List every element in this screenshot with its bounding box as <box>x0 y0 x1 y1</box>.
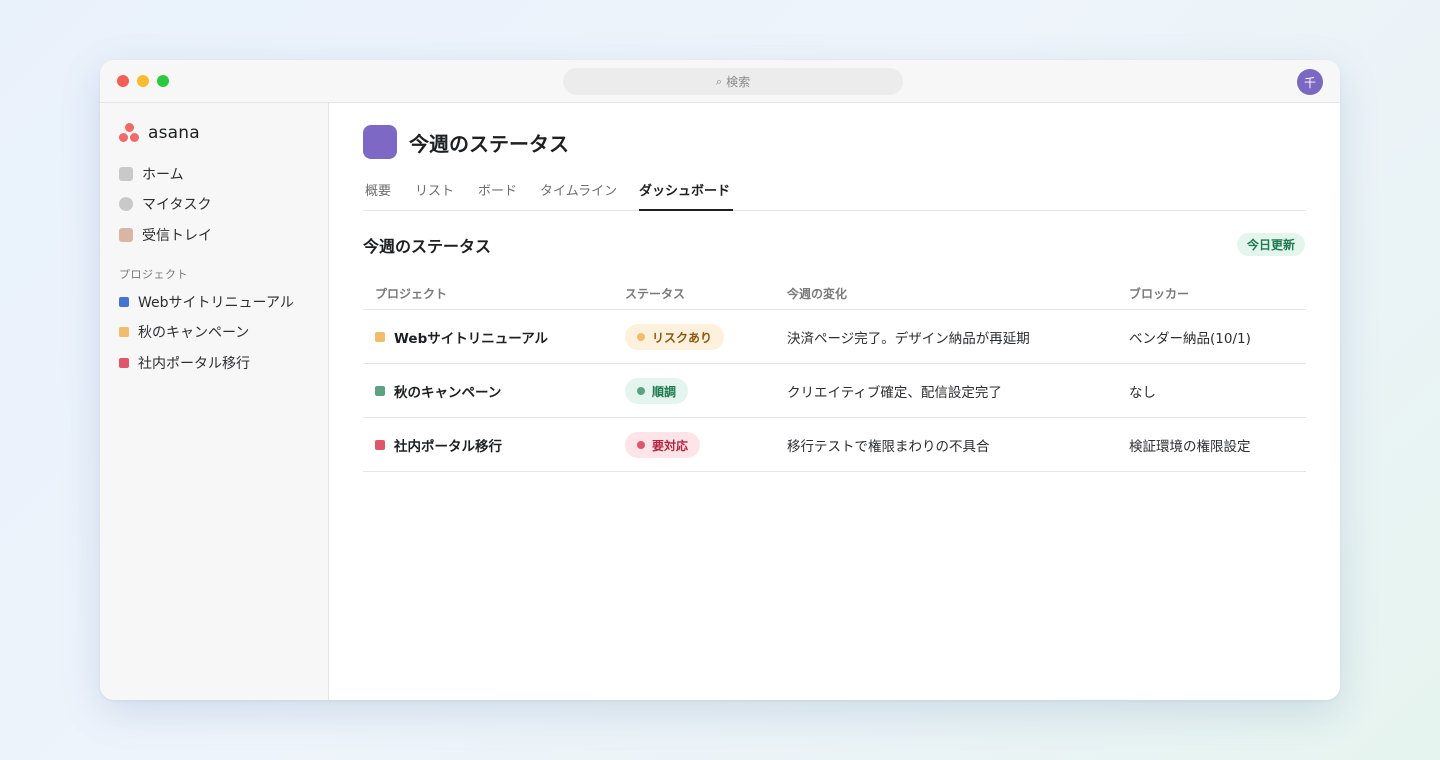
project-color-swatch <box>119 297 129 307</box>
sidebar-item-my-tasks[interactable]: マイタスク <box>119 194 211 214</box>
app-window: ⌕ 検索 千 asana ホーム マイタスク 受信トレイ プロジェクト Webサ… <box>100 60 1340 700</box>
blocker-cell: 検証環境の権限設定 <box>1129 439 1251 455</box>
status-dot-icon <box>637 333 645 341</box>
status-label: リスクあり <box>652 330 713 345</box>
asana-logo[interactable]: asana <box>119 123 200 143</box>
page-title: 今週のステータス <box>409 131 569 156</box>
tab-timeline[interactable]: タイムライン <box>540 180 617 211</box>
status-cell: 順調 <box>625 364 689 418</box>
project-color-swatch <box>119 327 129 337</box>
minimize-window-button[interactable] <box>137 75 149 87</box>
table-row[interactable]: Webサイトリニューアル リスクあり 決済ページ完了。デザイン納品が再延期 ベン… <box>363 310 1306 364</box>
logo-text: asana <box>148 123 200 143</box>
title-bar: ⌕ 検索 千 <box>100 60 1340 103</box>
table-row[interactable]: 社内ポータル移行 要対応 移行テストで権限まわりの不具合 検証環境の権限設定 <box>363 418 1306 472</box>
change-cell: 移行テストで権限まわりの不具合 <box>787 439 990 455</box>
status-badge[interactable]: リスクあり <box>625 324 725 350</box>
maximize-window-button[interactable] <box>157 75 169 87</box>
search-placeholder: 検索 <box>726 75 751 89</box>
sidebar-item-home[interactable]: ホーム <box>119 164 184 184</box>
sidebar-item-label: ホーム <box>142 167 184 183</box>
sidebar-project-web-renewal[interactable]: Webサイトリニューアル <box>119 292 294 312</box>
status-label: 要対応 <box>652 438 689 453</box>
main-content: 今週のステータス 概要 リスト ボード タイムライン ダッシュボード 今週のステ… <box>329 103 1340 700</box>
table-header-row: プロジェクト ステータス 今週の変化 ブロッカー <box>363 273 1306 310</box>
asana-logo-icon <box>119 123 139 143</box>
project-icon <box>363 125 397 159</box>
project-name: 秋のキャンペーン <box>394 385 502 401</box>
column-header-blocker[interactable]: ブロッカー <box>1129 285 1189 302</box>
project-name: Webサイトリニューアル <box>394 331 549 347</box>
column-header-project[interactable]: プロジェクト <box>375 285 447 302</box>
search-icon: ⌕ <box>715 74 723 88</box>
sidebar-project-label: 社内ポータル移行 <box>138 356 250 372</box>
sidebar-item-inbox[interactable]: 受信トレイ <box>119 225 212 245</box>
tab-list[interactable]: リスト <box>415 180 454 211</box>
column-header-status[interactable]: ステータス <box>625 285 685 302</box>
avatar[interactable]: 千 <box>1297 69 1323 95</box>
sidebar-item-label: マイタスク <box>142 197 212 213</box>
sidebar-project-portal-migration[interactable]: 社内ポータル移行 <box>119 353 250 373</box>
search-input[interactable]: ⌕ 検索 <box>563 68 903 95</box>
change-cell: 決済ページ完了。デザイン納品が再延期 <box>787 331 1030 347</box>
project-cell[interactable]: 秋のキャンペーン <box>375 364 501 418</box>
sidebar: asana ホーム マイタスク 受信トレイ プロジェクト Webサイトリニューア… <box>100 103 329 700</box>
status-badge[interactable]: 順調 <box>625 378 689 404</box>
project-color-swatch <box>375 332 385 342</box>
project-cell[interactable]: 社内ポータル移行 <box>375 418 502 472</box>
projects-section-label: プロジェクト <box>119 268 188 281</box>
column-header-change[interactable]: 今週の変化 <box>787 285 847 302</box>
card-title: 今週のステータス <box>363 237 492 256</box>
table-row[interactable]: 秋のキャンペーン 順調 クリエイティブ確定、配信設定完了 なし <box>363 364 1306 418</box>
project-color-swatch <box>375 386 385 396</box>
sidebar-project-autumn-campaign[interactable]: 秋のキャンペーン <box>119 322 249 342</box>
close-window-button[interactable] <box>117 75 129 87</box>
project-color-swatch <box>119 358 129 368</box>
sidebar-project-label: 秋のキャンペーン <box>138 325 250 341</box>
sidebar-project-label: Webサイトリニューアル <box>138 295 294 311</box>
project-header: 今週のステータス <box>363 125 569 159</box>
tasks-icon <box>119 197 133 211</box>
blocker-cell: ベンダー納品(10/1) <box>1129 331 1251 347</box>
change-cell: クリエイティブ確定、配信設定完了 <box>787 385 1002 401</box>
sidebar-item-label: 受信トレイ <box>142 228 212 244</box>
project-name: 社内ポータル移行 <box>394 439 502 455</box>
home-icon <box>119 167 133 181</box>
status-dot-icon <box>637 441 645 449</box>
status-cell: リスクあり <box>625 310 725 364</box>
updated-badge: 今日更新 <box>1237 233 1306 256</box>
inbox-icon <box>119 228 133 242</box>
tab-bar: 概要 リスト ボード タイムライン ダッシュボード <box>363 169 1306 211</box>
tab-overview[interactable]: 概要 <box>365 180 391 211</box>
status-dot-icon <box>637 387 645 395</box>
status-badge[interactable]: 要対応 <box>625 432 701 458</box>
status-cell: 要対応 <box>625 418 701 472</box>
tab-dashboard[interactable]: ダッシュボード <box>639 180 733 211</box>
tab-board[interactable]: ボード <box>478 180 517 211</box>
blocker-cell: なし <box>1129 385 1156 401</box>
project-color-swatch <box>375 440 385 450</box>
project-cell[interactable]: Webサイトリニューアル <box>375 310 548 364</box>
status-label: 順調 <box>652 384 677 399</box>
